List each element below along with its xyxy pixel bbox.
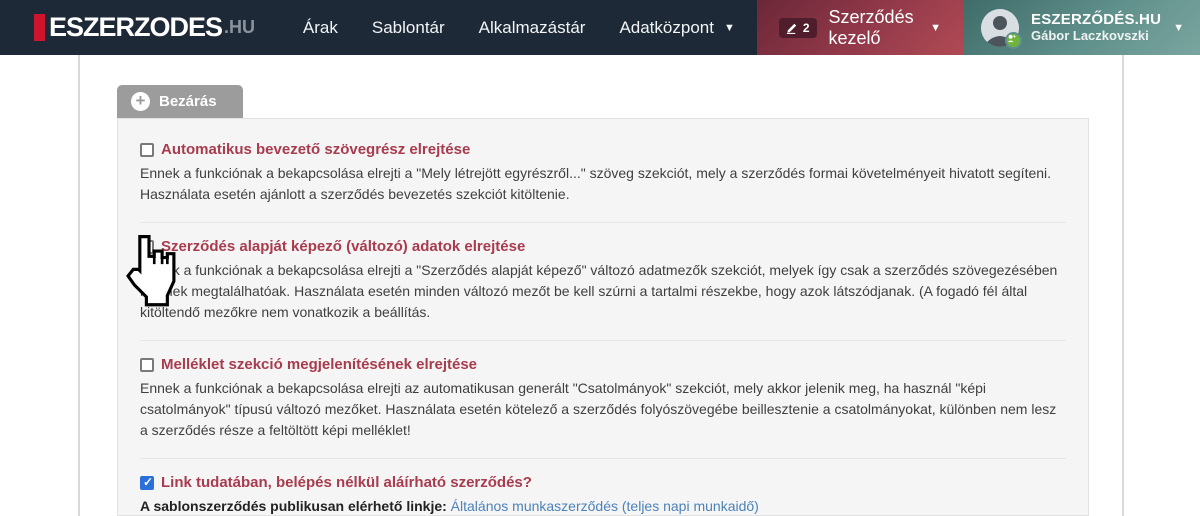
- tab-label: Bezárás: [159, 93, 217, 110]
- setting-title[interactable]: Szerződés alapját képező (változó) adato…: [161, 238, 525, 255]
- checkbox-hide-variable-data[interactable]: [140, 240, 154, 254]
- setting-section-variable-data: Szerződés alapját képező (változó) adato…: [140, 223, 1066, 341]
- setting-title[interactable]: Automatikus bevezető szövegrész elrejtés…: [161, 141, 470, 158]
- account-menu[interactable]: ESZERZŐDÉS.HU Gábor Laczkovszki ▼: [963, 0, 1200, 55]
- online-status-badge: [1005, 32, 1022, 49]
- pen-icon: [786, 21, 799, 34]
- setting-section-attachment: Melléklet szekció megjelenítésének elrej…: [140, 341, 1066, 459]
- nav-menu: Árak Sablontár Alkalmazástár Adatközpont…: [303, 0, 757, 55]
- contract-count-badge: 2: [779, 18, 817, 38]
- setting-section-intro-text: Automatikus bevezető szövegrész elrejtés…: [140, 126, 1066, 223]
- contract-manager-menu[interactable]: 2 Szerződés kezelő ▼: [757, 0, 963, 55]
- logo-suffix: .HU: [224, 17, 255, 38]
- public-template-link[interactable]: Általános munkaszerződés (teljes napi mu…: [451, 498, 759, 514]
- page-container: + Bezárás Automatikus bevezető szövegrés…: [78, 55, 1124, 516]
- setting-description: Ennek a funkciónak a bekapcsolása elrejt…: [140, 260, 1066, 323]
- checkbox-hide-attachment-section[interactable]: [140, 358, 154, 372]
- account-user-name: Gábor Laczkovszki: [1031, 29, 1161, 43]
- nav-item-sablontar[interactable]: Sablontár: [372, 18, 445, 38]
- chevron-down-icon[interactable]: ▼: [724, 22, 735, 34]
- logo-text: ESZERZODES: [49, 12, 222, 43]
- person-plus-icon: [1007, 34, 1016, 43]
- plus-circle-icon: +: [131, 92, 150, 111]
- contract-manager-label: Szerződés kezelő: [829, 7, 919, 49]
- setting-title[interactable]: Link tudatában, belépés nélkül aláírható…: [161, 474, 532, 491]
- logo-red-bar-icon: [34, 14, 45, 41]
- bezaras-tab[interactable]: + Bezárás: [117, 85, 243, 118]
- checkbox-hide-intro-text[interactable]: [140, 143, 154, 157]
- setting-description: Ennek a funkciónak a bekapcsolása elrejt…: [140, 378, 1066, 441]
- nav-item-arak[interactable]: Árak: [303, 18, 338, 38]
- setting-title[interactable]: Melléklet szekció megjelenítésének elrej…: [161, 356, 477, 373]
- account-info: ESZERZŐDÉS.HU Gábor Laczkovszki: [1031, 12, 1161, 43]
- setting-section-public-link: Link tudatában, belépés nélkül aláírható…: [140, 459, 1066, 516]
- setting-description: Ennek a funkciónak a bekapcsolása elrejt…: [140, 163, 1066, 205]
- nav-item-adatkozpont[interactable]: Adatközpont: [619, 18, 714, 38]
- account-org: ESZERZŐDÉS.HU: [1031, 12, 1161, 29]
- settings-panel: Automatikus bevezető szövegrész elrejtés…: [117, 118, 1089, 516]
- badge-count: 2: [803, 21, 810, 35]
- avatar: [981, 9, 1019, 47]
- nav-item-alkalmazastar[interactable]: Alkalmazástár: [479, 18, 586, 38]
- top-navbar: ESZERZODES .HU Árak Sablontár Alkalmazás…: [0, 0, 1200, 55]
- chevron-down-icon: ▼: [930, 22, 941, 34]
- checkbox-public-link-signable[interactable]: [140, 476, 154, 490]
- public-link-label: A sablonszerződés publikusan elérhető li…: [140, 498, 447, 514]
- chevron-down-icon: ▼: [1173, 22, 1184, 34]
- site-logo[interactable]: ESZERZODES .HU: [0, 0, 303, 55]
